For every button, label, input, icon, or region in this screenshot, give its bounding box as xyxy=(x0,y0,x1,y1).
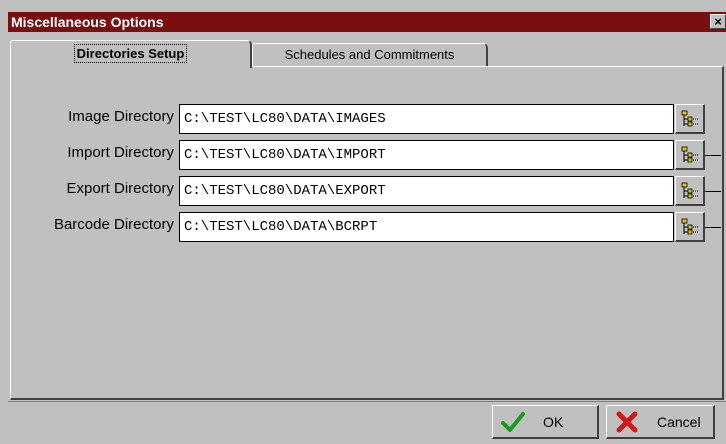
barcode-directory-row: Barcode Directory C:\TEST\LC80\DATA\BCRP… xyxy=(0,212,726,242)
image-directory-label: Image Directory xyxy=(68,108,174,125)
window-title: Miscellaneous Options xyxy=(11,14,164,30)
ok-button[interactable]: OK xyxy=(492,405,599,439)
image-directory-row: Image Directory C:\TEST\LC80\DATA\IMAGES xyxy=(0,104,726,134)
export-directory-label: Export Directory xyxy=(66,180,174,197)
title-bar[interactable]: Miscellaneous Options × xyxy=(8,12,726,32)
ok-label: OK xyxy=(543,413,564,430)
barcode-directory-browse-button[interactable] xyxy=(675,212,705,242)
connector-line xyxy=(705,227,721,228)
cancel-button[interactable]: Cancel xyxy=(606,405,715,439)
close-icon: × xyxy=(714,14,722,29)
red-x-icon xyxy=(615,410,639,434)
connector-line xyxy=(705,155,721,156)
import-directory-label: Import Directory xyxy=(67,144,174,161)
export-directory-row: Export Directory C:\TEST\LC80\DATA\EXPOR… xyxy=(0,176,726,206)
close-button[interactable]: × xyxy=(710,14,726,29)
image-directory-browse-button[interactable] xyxy=(675,104,705,134)
checkmark-icon xyxy=(501,410,525,434)
tab-label: Directories Setup xyxy=(73,44,188,63)
image-directory-field[interactable]: C:\TEST\LC80\DATA\IMAGES xyxy=(179,104,674,134)
cancel-label: Cancel xyxy=(657,413,701,430)
export-directory-field[interactable]: C:\TEST\LC80\DATA\EXPORT xyxy=(179,176,674,206)
folder-tree-icon xyxy=(681,182,698,198)
import-directory-field[interactable]: C:\TEST\LC80\DATA\IMPORT xyxy=(179,140,674,170)
folder-tree-icon xyxy=(681,218,698,234)
tab-directories-setup[interactable]: Directories Setup xyxy=(10,40,252,68)
barcode-directory-label: Barcode Directory xyxy=(53,216,174,233)
import-directory-browse-button[interactable] xyxy=(675,140,705,170)
export-directory-browse-button[interactable] xyxy=(675,176,705,206)
misc-options-dialog: Miscellaneous Options × Directories Setu… xyxy=(0,0,726,444)
import-directory-row: Import Directory C:\TEST\LC80\DATA\IMPOR… xyxy=(0,140,726,170)
connector-line xyxy=(705,191,721,192)
folder-tree-icon xyxy=(681,110,698,126)
folder-tree-icon xyxy=(681,146,698,162)
tab-schedules-commitments[interactable]: Schedules and Commitments xyxy=(252,43,488,66)
tab-label: Schedules and Commitments xyxy=(284,47,455,62)
barcode-directory-field[interactable]: C:\TEST\LC80\DATA\BCRPT xyxy=(179,212,674,242)
